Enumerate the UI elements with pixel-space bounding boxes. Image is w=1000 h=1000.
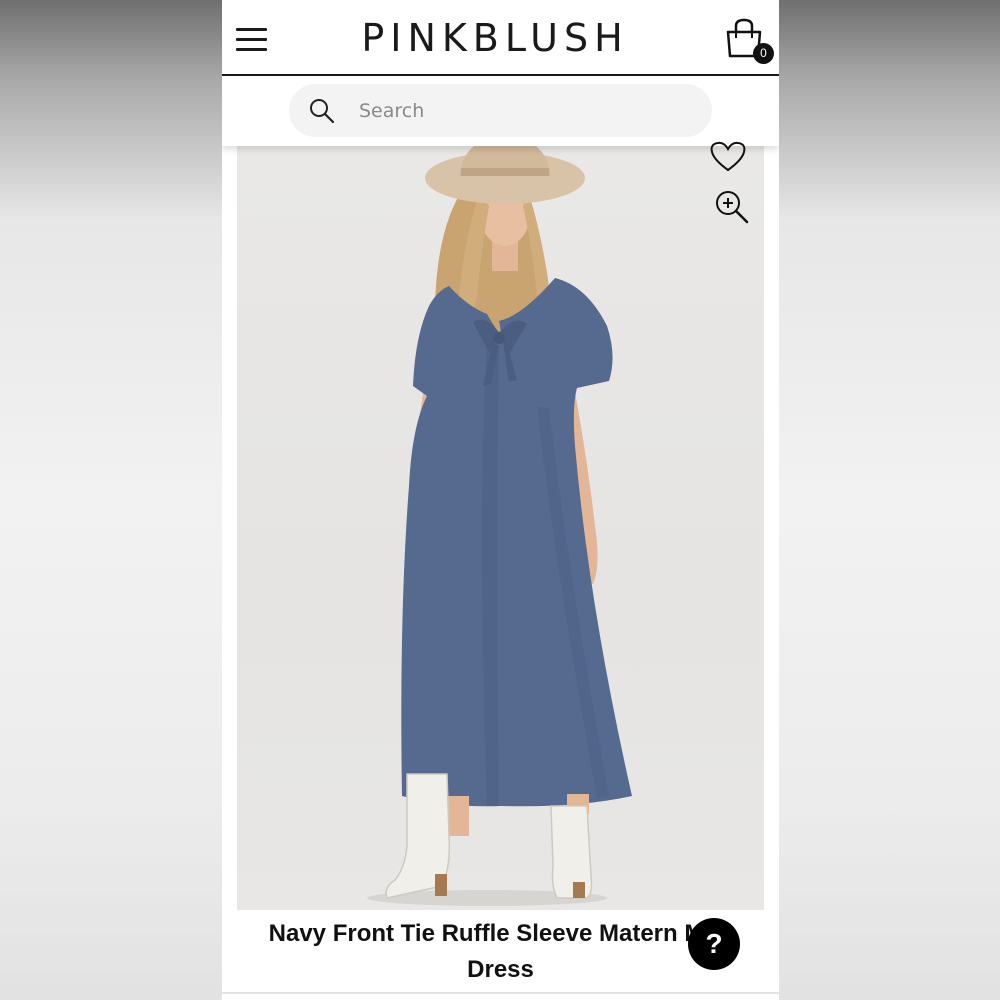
heart-icon[interactable] (708, 140, 748, 179)
zoom-in-icon[interactable] (714, 189, 750, 230)
product-photo (367, 146, 632, 906)
divider (222, 992, 779, 994)
cart-count-badge: 0 (753, 43, 774, 64)
search-bar-container (222, 76, 779, 146)
help-chat-button[interactable]: ? (688, 918, 740, 970)
hamburger-menu-icon[interactable] (236, 26, 268, 52)
top-navigation-bar: PINKBLUSH 0 (222, 0, 779, 76)
product-title: Navy Front Tie Ruffle Sleeve Matern Midi… (268, 920, 733, 983)
brand-logo[interactable]: PINKBLUSH (340, 16, 650, 60)
product-image[interactable] (237, 146, 764, 910)
search-box[interactable] (289, 84, 712, 137)
search-input[interactable] (357, 94, 691, 128)
mobile-viewport: PINKBLUSH 0 Search Navy Front Tie Ruffle… (222, 0, 779, 1000)
search-icon (310, 99, 335, 124)
